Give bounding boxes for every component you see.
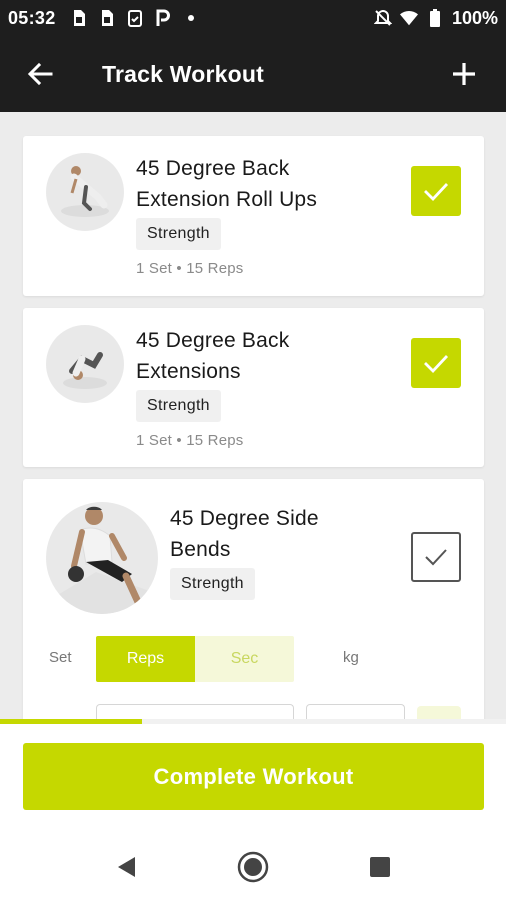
page-title: Track Workout [102, 60, 264, 87]
sim-card-icon [70, 9, 88, 27]
back-triangle-icon [118, 857, 135, 877]
nav-recents-button[interactable] [364, 851, 396, 883]
nav-home-button[interactable] [237, 851, 269, 883]
sim-card-icon [98, 9, 116, 27]
complete-workout-button[interactable]: Complete Workout [23, 743, 484, 810]
exercise-thumbnail [46, 325, 124, 403]
battery-percent: 100% [451, 7, 498, 28]
exercise-list[interactable]: 45 Degree Back Extension Roll Ups Streng… [0, 112, 506, 722]
category-tag: Strength [136, 218, 221, 250]
exercise-name: 45 Degree Back Extensions [136, 329, 290, 383]
sets-reps-summary: 1 Set • 15 Reps [136, 432, 244, 449]
notification-icons [70, 9, 200, 27]
clipboard-check-icon [126, 9, 144, 27]
complete-checkbox[interactable] [411, 166, 461, 216]
kg-column-label: kg [343, 649, 359, 666]
recents-square-icon [370, 857, 390, 877]
complete-checkbox[interactable] [411, 338, 461, 388]
bottom-panel: Complete Workout [0, 724, 506, 834]
back-button[interactable] [0, 36, 80, 112]
check-icon [424, 183, 449, 201]
exercise-name: 45 Degree Side Bends [170, 507, 319, 561]
exercise-card[interactable]: 45 Degree Back Extension Roll Ups Streng… [23, 136, 484, 296]
status-time: 05:32 [8, 7, 56, 28]
check-icon [424, 355, 449, 373]
exercise-thumbnail [46, 502, 158, 614]
app-bar: Track Workout [0, 36, 506, 112]
plus-icon [453, 63, 475, 85]
exercise-name: 45 Degree Back Extension Roll Ups [136, 157, 318, 211]
category-tag: Strength [170, 568, 255, 600]
nav-back-button[interactable] [110, 851, 142, 883]
set-column-label: Set [49, 649, 72, 666]
p-app-icon [154, 9, 172, 27]
complete-checkbox[interactable] [411, 532, 461, 582]
exercise-card-expanded[interactable]: 45 Degree Side Bends Strength [23, 479, 484, 722]
check-icon [425, 549, 447, 566]
mute-bell-icon [373, 9, 392, 27]
category-tag: Strength [136, 390, 221, 422]
arrow-left-icon [27, 62, 53, 86]
wifi-icon [399, 9, 418, 27]
status-bar: 05:32 100% [0, 0, 506, 36]
sec-toggle[interactable]: Sec [195, 636, 294, 682]
sets-reps-summary: 1 Set • 15 Reps [136, 260, 244, 277]
reps-toggle[interactable]: Reps [96, 636, 195, 682]
system-status: 100% [373, 7, 498, 29]
battery-icon [426, 9, 444, 27]
dot-icon [182, 9, 200, 27]
home-circle-icon [237, 851, 269, 883]
add-exercise-button[interactable] [422, 36, 506, 112]
set-table-header: Set Reps Sec kg [23, 636, 484, 682]
exercise-card[interactable]: 45 Degree Back Extensions Strength 1 Set… [23, 308, 484, 467]
system-nav-bar [0, 834, 506, 900]
exercise-thumbnail [46, 153, 124, 231]
